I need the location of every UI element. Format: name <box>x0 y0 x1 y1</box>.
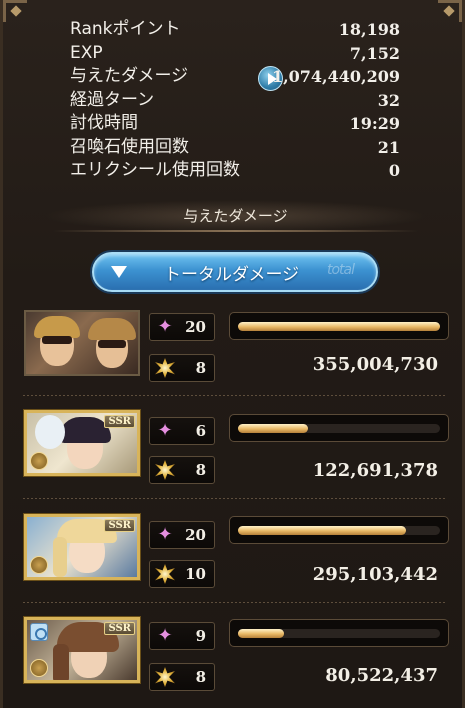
damage-value: 122,691,378 <box>312 460 438 481</box>
section-divider <box>53 230 418 232</box>
ougi-count: 8 <box>195 461 206 479</box>
stat-label: 経過ターン <box>70 89 155 110</box>
burst-icon <box>155 460 175 480</box>
battle-stats: Rankポイント 18,198 EXP 7,152 与えたダメージ 1,074,… <box>70 18 400 183</box>
sparkle-icon: ✦ <box>157 316 173 337</box>
rarity-badge: SSR <box>104 415 135 428</box>
damage-share-bar <box>229 516 449 544</box>
damage-share-bar <box>229 619 449 647</box>
character-row-2: SSR ✦ 6 8 122,691,378 <box>23 410 449 506</box>
stat-label: 討伐時間 <box>70 113 138 133</box>
character-portrait[interactable] <box>24 310 140 376</box>
stat-label: エリクシール使用回数 <box>70 160 240 180</box>
sparkle-icon: ✦ <box>157 420 173 441</box>
damage-share-fill <box>238 424 308 433</box>
element-icon <box>30 556 48 574</box>
skill-count: 20 <box>185 318 206 336</box>
row-divider <box>23 395 445 396</box>
ougi-count: 8 <box>195 359 206 377</box>
character-portrait[interactable]: SSR <box>24 410 140 476</box>
damage-share-fill <box>238 629 284 638</box>
damage-value: 355,004,730 <box>312 354 438 375</box>
character-row-1: ✦ 20 8 355,004,730 <box>23 310 449 406</box>
stat-value: 7,152 <box>349 43 400 63</box>
results-panel: Rankポイント 18,198 EXP 7,152 与えたダメージ 1,074,… <box>0 0 465 708</box>
skill-count: 6 <box>195 422 206 440</box>
stat-value: 18,198 <box>338 20 400 39</box>
stat-label: EXP <box>70 42 103 63</box>
stat-turns: 経過ターン 32 <box>70 89 400 113</box>
stat-value: 19:29 <box>349 114 400 133</box>
character-row-4: SSR ✦ 9 8 80,522,437 <box>23 617 449 708</box>
ougi-count: 8 <box>195 668 206 686</box>
stat-exp: EXP 7,152 <box>70 42 400 66</box>
burst-icon <box>155 564 175 584</box>
stat-value: 32 <box>377 90 400 110</box>
stat-label: 召喚石使用回数 <box>70 136 189 157</box>
stat-summons: 召喚石使用回数 21 <box>70 136 400 160</box>
element-icon <box>30 452 48 470</box>
stat-label: Rankポイント <box>70 19 181 39</box>
stat-damage-dealt: 与えたダメージ 1,074,440,209 <box>70 65 400 91</box>
skill-count-badge: ✦ 20 <box>149 521 215 549</box>
burst-icon <box>155 667 175 687</box>
skill-count: 9 <box>195 627 206 645</box>
section-title: 与えたダメージ <box>43 200 428 232</box>
element-icon <box>30 659 48 677</box>
stat-value: 1,074,440,209 <box>271 67 400 86</box>
damage-share-fill <box>238 322 440 331</box>
row-divider <box>23 498 445 499</box>
ougi-count-badge: 10 <box>149 560 215 588</box>
row-divider <box>23 602 445 603</box>
chevron-down-icon <box>111 266 127 278</box>
damage-value: 80,522,437 <box>325 665 438 686</box>
ougi-count: 10 <box>185 565 206 583</box>
stat-rank-points: Rankポイント 18,198 <box>70 18 400 42</box>
damage-share-bar <box>229 414 449 442</box>
damage-share-bar <box>229 312 449 340</box>
dropdown-label: トータルダメージ <box>164 265 300 285</box>
stat-value: 0 <box>388 161 400 180</box>
skill-count: 20 <box>185 526 206 544</box>
ougi-count-badge: 8 <box>149 663 215 691</box>
stat-time: 討伐時間 19:29 <box>70 112 400 136</box>
skill-count-badge: ✦ 20 <box>149 313 215 341</box>
character-portrait[interactable]: SSR <box>24 617 140 683</box>
frame-corner-right <box>438 0 462 22</box>
stat-value: 21 <box>377 137 400 157</box>
rarity-badge: SSR <box>104 622 135 635</box>
ring-icon <box>30 623 48 641</box>
damage-share-fill <box>238 526 406 535</box>
ougi-count-badge: 8 <box>149 354 215 382</box>
tab-decoration: total <box>326 262 355 278</box>
stat-label: 与えたダメージ <box>70 66 189 86</box>
burst-icon <box>155 358 175 378</box>
character-portrait[interactable]: SSR <box>24 514 140 580</box>
skill-count-badge: ✦ 9 <box>149 622 215 650</box>
sparkle-icon: ✦ <box>157 625 173 646</box>
stat-elixirs: エリクシール使用回数 0 <box>70 159 400 183</box>
rarity-badge: SSR <box>104 519 135 532</box>
ougi-count-badge: 8 <box>149 456 215 484</box>
sparkle-icon: ✦ <box>157 524 173 545</box>
character-row-3: SSR ✦ 20 10 295,103,442 <box>23 514 449 610</box>
skill-count-badge: ✦ 6 <box>149 417 215 445</box>
frame-corner-left <box>3 0 27 22</box>
damage-type-dropdown[interactable]: トータルダメージ total <box>92 252 378 292</box>
damage-value: 295,103,442 <box>312 564 438 585</box>
